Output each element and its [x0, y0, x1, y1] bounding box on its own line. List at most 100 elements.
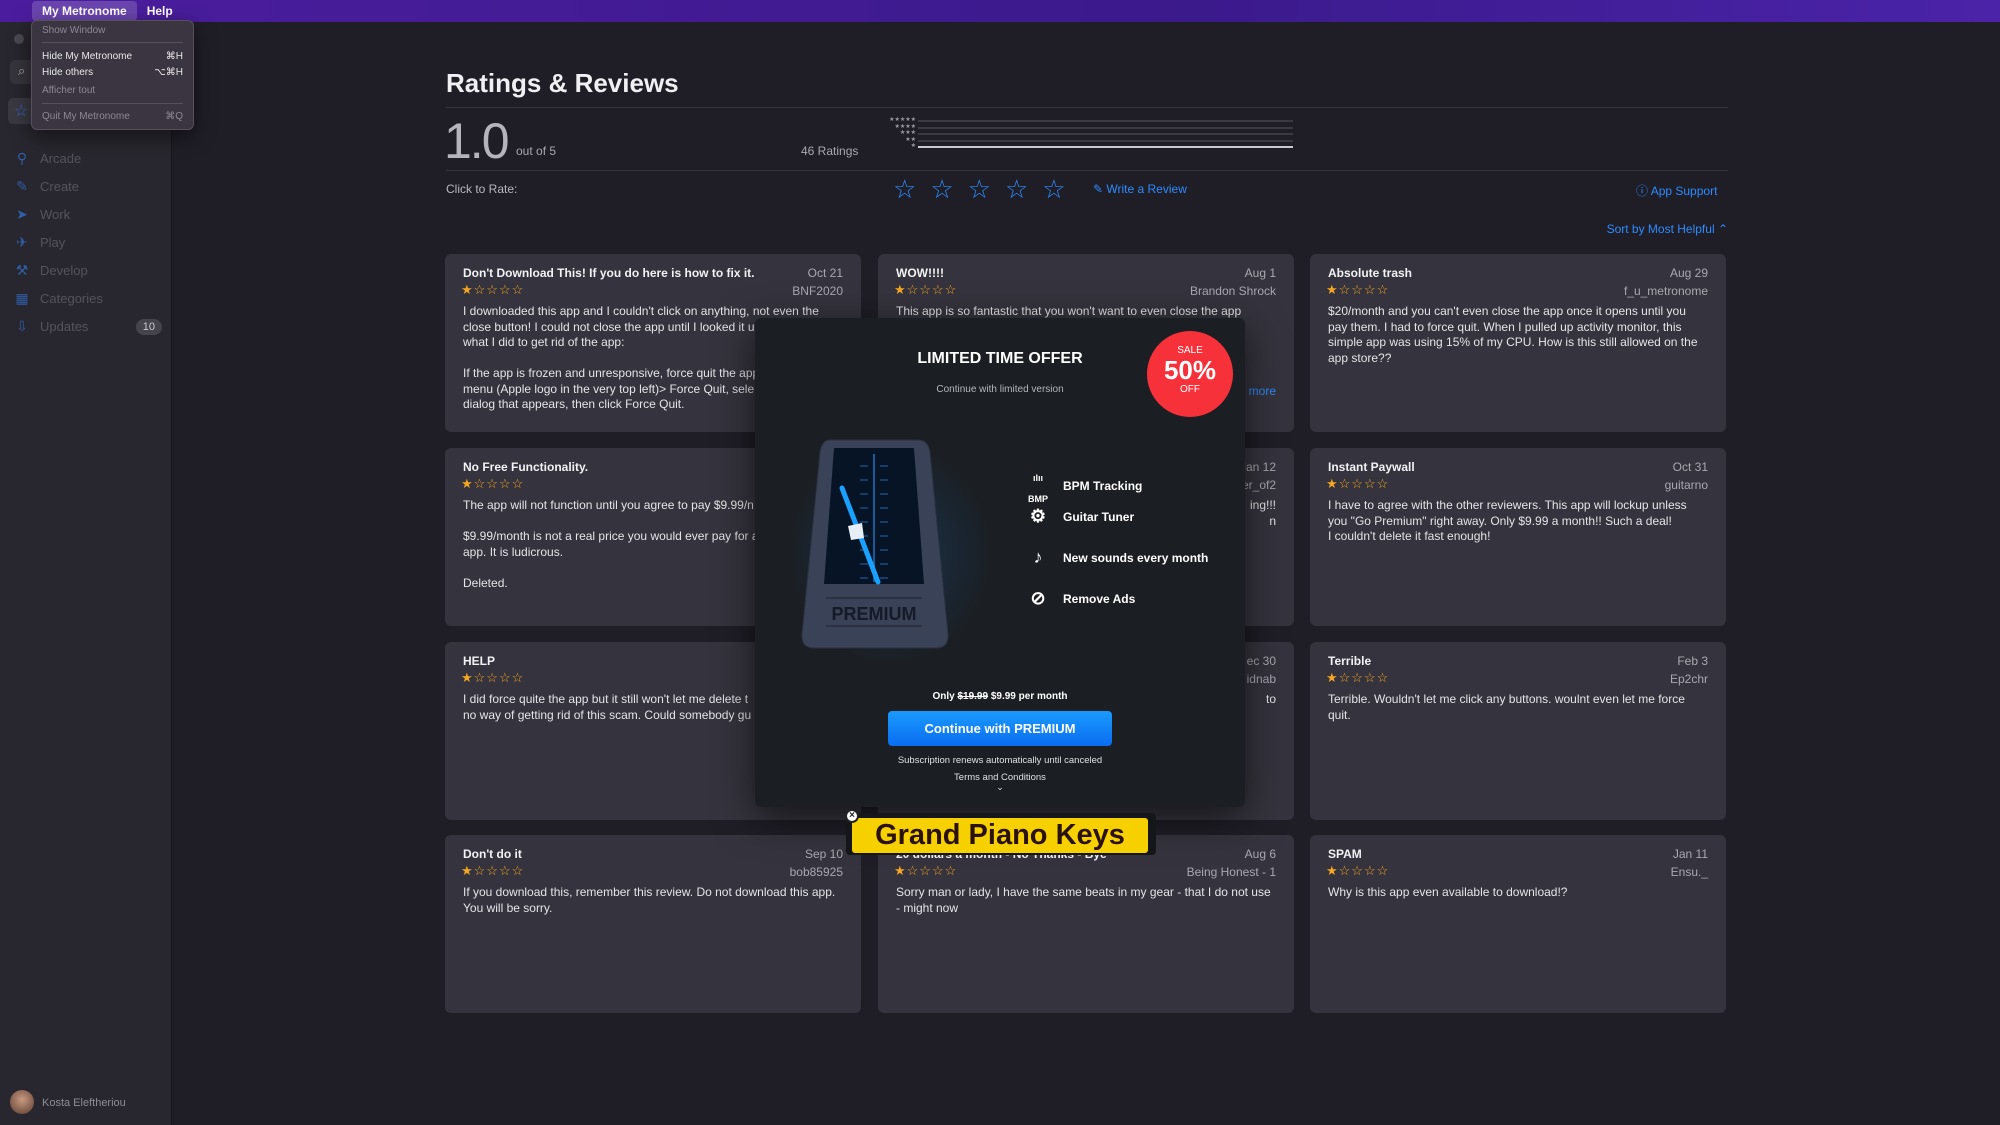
window-close-dot[interactable]: [14, 34, 24, 44]
sale-off: OFF: [1180, 384, 1200, 395]
more-link[interactable]: more: [1249, 384, 1276, 398]
sidebar-item-label: Updates: [40, 319, 89, 334]
review-stars: ★☆☆☆☆: [1326, 670, 1390, 685]
premium-art-label: PREMIUM: [832, 604, 917, 624]
review-author: guitarno: [1664, 478, 1708, 492]
renewal-note: Subscription renews automatically until …: [897, 755, 1103, 766]
review-date: Jan 11: [1672, 847, 1708, 861]
histogram-track: [918, 126, 1293, 129]
avatar[interactable]: [10, 1090, 34, 1114]
music-note-icon: ♪: [1033, 547, 1043, 567]
feature-label: BPM Tracking: [1063, 479, 1143, 493]
price-prefix: Only: [932, 691, 955, 702]
write-review-label: Write a Review: [1106, 182, 1187, 196]
rate-star-4[interactable]: ☆: [1005, 174, 1042, 204]
sidebar-item-updates[interactable]: ⇩ Updates 10: [14, 318, 162, 335]
review-stars: ★☆☆☆☆: [461, 476, 525, 491]
rate-star-5[interactable]: ☆: [1042, 174, 1079, 204]
compose-icon: ✎: [1093, 182, 1107, 196]
write-review-link[interactable]: ✎ Write a Review: [1093, 182, 1187, 196]
review-title: Instant Paywall: [1328, 460, 1415, 474]
review-stars: ★☆☆☆☆: [461, 670, 525, 685]
menu-help[interactable]: Help: [137, 1, 183, 21]
menu-separator: [42, 103, 183, 104]
divider: [446, 107, 1728, 108]
app-support-link[interactable]: ⓘ App Support: [1636, 182, 1717, 199]
brush-icon: ✎: [16, 178, 28, 194]
sidebar-item-label: Categories: [40, 291, 103, 306]
feature-label: New sounds every month: [1063, 550, 1209, 565]
menu-item-label: Hide others: [42, 67, 94, 78]
menu-item[interactable]: Hide others ⌥⌘H: [42, 67, 183, 78]
sidebar-item-create[interactable]: ✎ Create: [14, 178, 162, 195]
menu-item-label: Hide My Metronome: [42, 51, 133, 62]
histogram-track: [918, 139, 1293, 142]
hammer-icon: ⚒: [15, 262, 29, 278]
review-title: SPAM: [1328, 847, 1362, 861]
menu-item[interactable]: Afficher tout: [42, 85, 183, 96]
sidebar-item-arcade[interactable]: ⚲ Arcade: [14, 150, 162, 167]
review-title: WOW!!!!: [896, 266, 944, 280]
review-author: Ep2chr: [1669, 672, 1708, 686]
review-author: idnab: [1246, 672, 1276, 686]
bpm-icon: ılıı BMP: [1028, 473, 1048, 504]
click-to-rate-label: Click to Rate:: [446, 182, 518, 196]
review-stars: ★☆☆☆☆: [894, 863, 958, 878]
sale-percent: 50%: [1163, 355, 1217, 385]
review-author: bob85925: [789, 865, 843, 879]
review-stars: ★☆☆☆☆: [1326, 476, 1390, 491]
continue-premium-button[interactable]: Continue with PREMIUM: [888, 711, 1112, 746]
divider: [446, 170, 1728, 171]
app-support-label: App Support: [1650, 184, 1718, 198]
sidebar-item-label: Create: [40, 179, 80, 194]
sale-badge: SALE 50% OFF: [1147, 331, 1233, 417]
metronome-illustration: PREMIUM: [801, 439, 949, 649]
feature-item: ⊘ Remove Ads: [1027, 588, 1135, 609]
grid-icon: ▦: [15, 290, 29, 306]
sidebar: ⌕ ☆ ⚲ Arcade ✎ Create ➤ Work ✈ Play ⚒ Develop ▦ Cat…: [0, 22, 172, 1125]
review-date: Aug 6: [1244, 847, 1276, 861]
guitar-headstock-icon: ⚙: [1029, 506, 1047, 526]
review-card: Absolute trash Aug 29 f_u_metronome ★☆☆☆…: [1310, 254, 1726, 432]
no-ads-icon: ⊘: [1030, 588, 1046, 608]
overlay-label: Grand Piano Keys: [852, 818, 1148, 853]
review-title: No Free Functionality.: [463, 460, 589, 474]
feature-item: ılıı BMP BPM Tracking: [1027, 465, 1142, 507]
review-date: Feb 3: [1677, 654, 1708, 668]
menu-item[interactable]: Hide My Metronome ⌘H: [42, 51, 183, 62]
review-date: ec 30: [1246, 654, 1276, 668]
sidebar-item-categories[interactable]: ▦ Categories: [14, 290, 162, 307]
sidebar-item-play[interactable]: ✈ Play: [14, 234, 162, 251]
menu-item[interactable]: Quit My Metronome ⌘Q: [42, 111, 183, 122]
sort-dropdown[interactable]: Sort by Most Helpful ⌃: [1607, 222, 1728, 236]
apple-icon[interactable]: [12, 8, 32, 14]
rate-star-3[interactable]: ☆: [968, 174, 1005, 204]
review-title: Absolute trash: [1328, 266, 1413, 280]
menu-app[interactable]: My Metronome: [32, 1, 137, 21]
sidebar-item-work[interactable]: ➤ Work: [14, 206, 162, 223]
review-title: Don't do it: [463, 847, 522, 861]
review-title: Don't Download This! If you do here is h…: [463, 266, 755, 280]
histogram-fill: [918, 146, 1293, 148]
review-body: If you download this, remember this revi…: [463, 885, 836, 915]
review-card: Instant Paywall Oct 31 guitarno ★☆☆☆☆ I …: [1310, 448, 1726, 626]
user-name: Kosta Eleftheriou: [42, 1097, 126, 1109]
chevron-down-icon[interactable]: ⌄: [755, 782, 1245, 793]
updates-badge: 10: [135, 318, 162, 335]
close-label-icon[interactable]: ×: [845, 809, 859, 823]
review-card: 20 dollars a month - No Thanks - Bye Aug…: [878, 835, 1294, 1013]
review-body: $20/month and you can't even close the a…: [1328, 304, 1698, 365]
review-title: Terrible: [1328, 654, 1372, 668]
review-stars: ★☆☆☆☆: [1326, 282, 1390, 297]
rate-star-1[interactable]: ☆: [893, 174, 930, 204]
review-stars: ★☆☆☆☆: [461, 282, 525, 297]
histogram-track: [918, 120, 1293, 122]
feature-item: ⚙ Guitar Tuner: [1027, 506, 1134, 527]
review-stars: ★☆☆☆☆: [461, 863, 525, 878]
histogram-stars: ★: [910, 143, 916, 149]
sidebar-item-develop[interactable]: ⚒ Develop: [14, 262, 162, 279]
ratings-count: 46 Ratings: [801, 144, 859, 158]
rate-star-2[interactable]: ☆: [930, 174, 967, 204]
feature-label: Remove Ads: [1063, 591, 1136, 606]
menu-item[interactable]: Show Window: [42, 25, 183, 36]
